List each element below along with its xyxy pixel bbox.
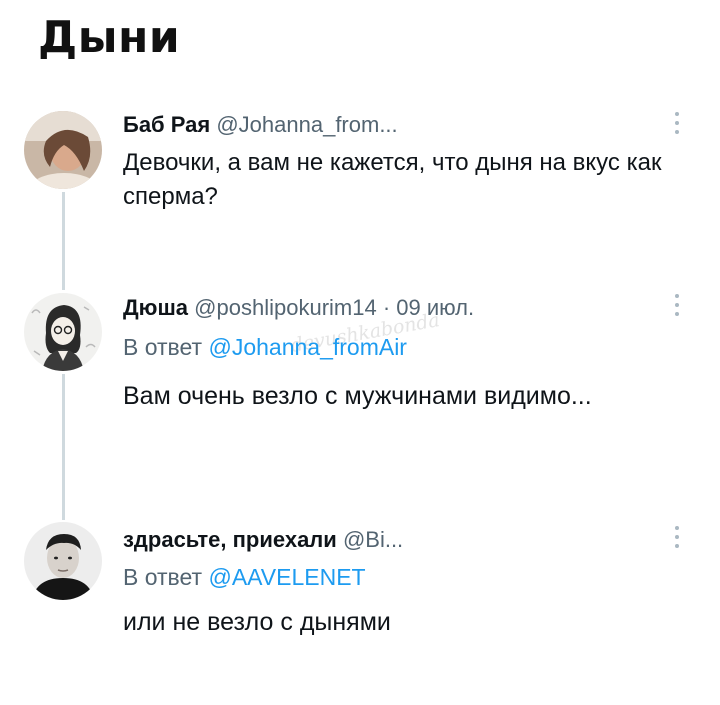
avatar[interactable] [24, 522, 102, 600]
thread-line [62, 374, 65, 520]
more-vertical-icon[interactable] [672, 294, 682, 324]
author-handle[interactable]: @Johanna_from... [216, 112, 397, 137]
tweet-date[interactable]: · 09 июл. [383, 295, 474, 320]
tweet-text: Вам очень везло с мужчинами видимо... [123, 382, 592, 410]
author-handle[interactable]: @poshlipokurim14 [194, 295, 377, 320]
reply-label: В ответ [123, 334, 203, 360]
reply-mention[interactable]: @Johanna_fromAir [208, 334, 407, 360]
more-vertical-icon[interactable] [672, 526, 682, 556]
reply-label: В ответ [123, 564, 203, 590]
avatar[interactable] [24, 111, 102, 189]
author-name[interactable]: Дюша [123, 295, 188, 320]
tweet-text: или не везло с дынями [123, 608, 391, 636]
thread-line [62, 192, 65, 290]
avatar[interactable] [24, 293, 102, 371]
avatar-photo-icon [24, 111, 102, 189]
author-handle[interactable]: @Bi... [343, 527, 403, 552]
tweet-text: Девочки, а вам не кажется, что дыня на в… [123, 149, 662, 210]
author-name[interactable]: здрасьте, приехали [123, 527, 337, 552]
more-vertical-icon[interactable] [672, 112, 682, 142]
avatar-drawing-icon [24, 293, 102, 371]
page-title: Дыни [38, 12, 181, 63]
reply-mention[interactable]: @AAVELENET [208, 564, 365, 590]
avatar-photo-icon [24, 522, 102, 600]
author-name[interactable]: Баб Рая [123, 112, 210, 137]
